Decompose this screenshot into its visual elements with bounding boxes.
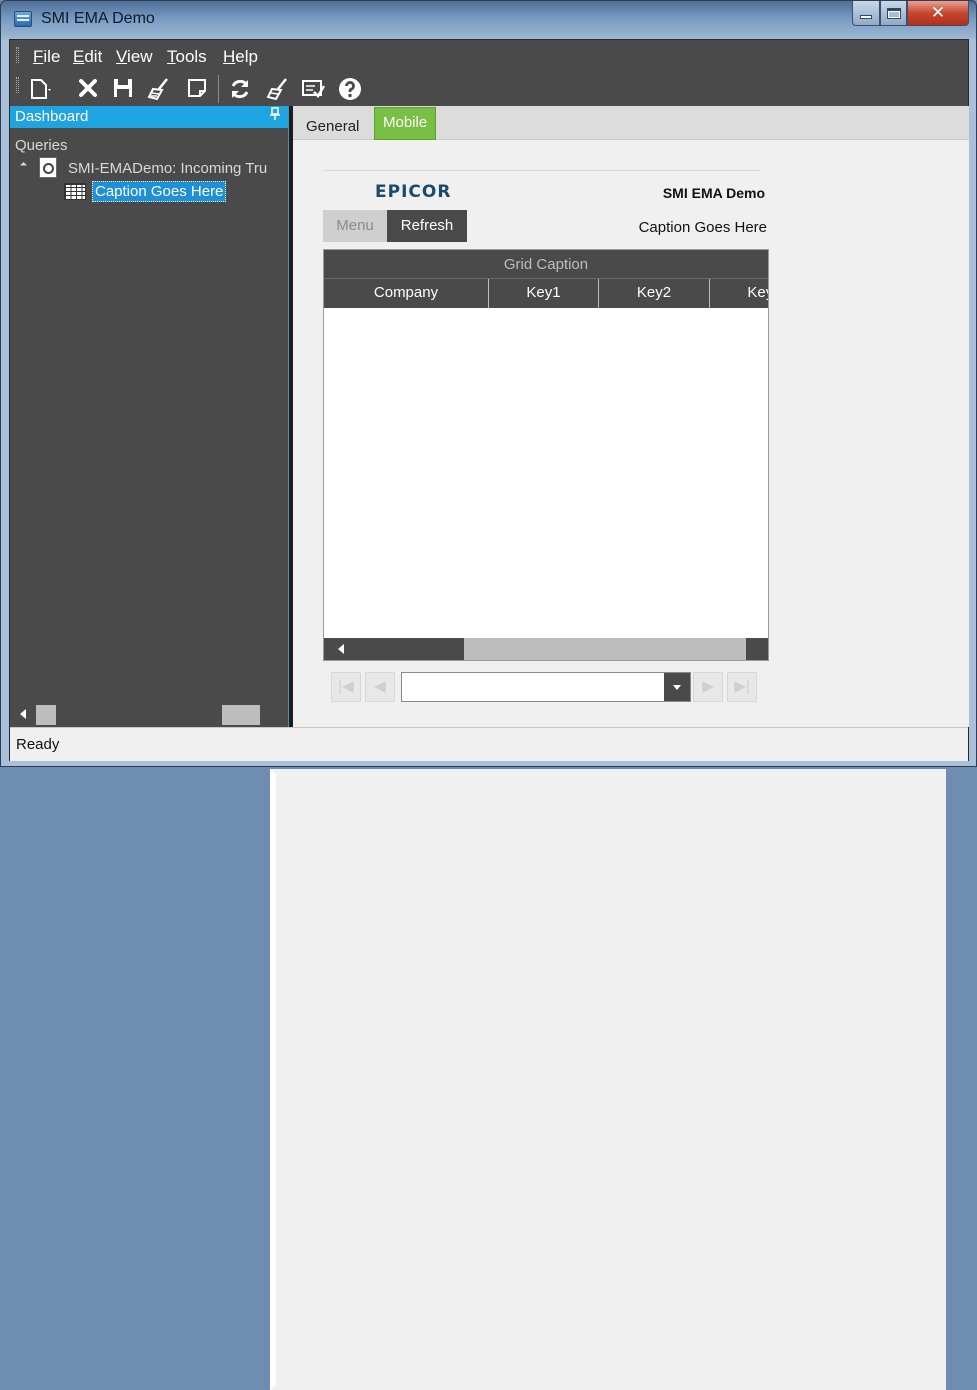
content-panel: General Mobile EPICOR SMI EMA Demo Menu … xyxy=(293,106,969,727)
mobile-divider xyxy=(323,170,761,171)
dashboard-hscrollbar[interactable] xyxy=(10,703,946,1390)
toolbar xyxy=(10,70,968,106)
menu-button[interactable]: Menu xyxy=(323,210,387,242)
menu-edit[interactable]: Edit xyxy=(73,47,102,67)
record-select[interactable] xyxy=(401,672,691,702)
menu-view[interactable]: View xyxy=(116,47,153,67)
grid-hscrollbar[interactable] xyxy=(324,638,768,660)
dashboard-title: Dashboard xyxy=(15,108,89,125)
menu-tools[interactable]: Tools xyxy=(167,47,207,67)
refresh-button[interactable]: Refresh xyxy=(387,210,467,242)
query-icon xyxy=(39,157,57,178)
clear-icon[interactable] xyxy=(147,77,171,101)
window-title: SMI EMA Demo xyxy=(41,10,155,27)
grid-scroll-thumb[interactable] xyxy=(324,638,464,660)
prev-icon: ◀ xyxy=(374,678,386,695)
status-bar: Ready xyxy=(10,727,968,761)
help-icon[interactable] xyxy=(338,77,362,101)
grid-scroll-right-button[interactable] xyxy=(746,638,768,660)
menu-file[interactable]: File xyxy=(33,47,60,67)
column-header-company[interactable]: Company xyxy=(324,279,489,308)
tab-general[interactable]: General xyxy=(298,112,367,142)
note-icon[interactable] xyxy=(185,77,209,101)
last-icon: ▶| xyxy=(734,678,750,695)
title-bar[interactable]: SMI EMA Demo ✕ xyxy=(1,1,976,39)
tree-selected-node[interactable]: Caption Goes Here xyxy=(92,181,227,202)
record-navigator: |◀ ◀ ▶ ▶| xyxy=(331,672,761,704)
minimize-icon xyxy=(860,15,872,19)
menu-bar: File Edit View Tools Help xyxy=(10,40,968,70)
window-controls: ✕ xyxy=(852,1,969,26)
column-header-key2[interactable]: Key2 xyxy=(599,279,710,308)
prev-record-button[interactable]: ◀ xyxy=(365,672,395,702)
tab-mobile[interactable]: Mobile xyxy=(374,107,437,140)
grid-scroll-left-icon[interactable] xyxy=(338,644,344,654)
epicor-logo: EPICOR xyxy=(375,182,452,202)
tree-query-node[interactable]: SMI-EMADemo: Incoming Tru xyxy=(68,160,267,177)
minimize-button[interactable] xyxy=(852,1,880,26)
scroll-right-icon[interactable] xyxy=(270,769,946,1390)
mobile-caption: Caption Goes Here xyxy=(638,219,767,236)
menu-grip[interactable] xyxy=(16,47,19,63)
tree-queries-label: Queries xyxy=(15,137,68,154)
dashboard-panel: Dashboard Queries SMI-EMADemo: Incoming … xyxy=(10,106,946,1390)
scroll-left-icon[interactable] xyxy=(20,709,26,719)
delete-icon[interactable] xyxy=(76,77,100,101)
close-button[interactable]: ✕ xyxy=(907,1,969,26)
application-window: SMI EMA Demo ✕ File Edit View Tools Help xyxy=(0,0,977,1390)
column-header-key3[interactable]: Key3 xyxy=(710,279,768,308)
scroll-thumb-left[interactable] xyxy=(36,705,56,725)
column-header-key1[interactable]: Key1 xyxy=(489,279,599,308)
grid-caption: Grid Caption xyxy=(324,250,768,279)
maximize-icon xyxy=(886,7,901,19)
pin-icon[interactable] xyxy=(270,106,280,128)
app-icon xyxy=(14,11,32,27)
chevron-down-icon[interactable] xyxy=(664,673,690,701)
menu-help[interactable]: Help xyxy=(223,47,258,67)
data-grid: Grid Caption Company Key1 Key2 Key3 xyxy=(323,249,769,661)
dashboard-header: Dashboard xyxy=(10,106,288,128)
maximize-button[interactable] xyxy=(880,1,907,26)
last-record-button[interactable]: ▶| xyxy=(727,672,757,702)
close-icon: ✕ xyxy=(930,3,946,22)
grid-icon xyxy=(64,183,86,200)
scroll-thumb-right[interactable] xyxy=(222,705,260,725)
attachments-icon[interactable] xyxy=(301,77,326,101)
next-record-button[interactable]: ▶ xyxy=(693,672,723,702)
save-icon[interactable] xyxy=(111,77,135,101)
client-area: File Edit View Tools Help Dashboard Quer… xyxy=(9,39,969,1390)
refresh-icon[interactable] xyxy=(228,77,252,101)
next-icon: ▶ xyxy=(702,678,714,695)
mobile-title: SMI EMA Demo xyxy=(662,185,765,201)
first-record-button[interactable]: |◀ xyxy=(331,672,361,702)
tab-strip: General Mobile xyxy=(293,106,969,140)
clear-all-icon[interactable] xyxy=(265,77,289,101)
expand-arrow-icon[interactable] xyxy=(19,161,28,170)
new-icon[interactable] xyxy=(28,77,52,101)
toolbar-grip[interactable] xyxy=(16,77,19,93)
first-icon: |◀ xyxy=(338,678,354,695)
toolbar-separator xyxy=(218,75,219,103)
